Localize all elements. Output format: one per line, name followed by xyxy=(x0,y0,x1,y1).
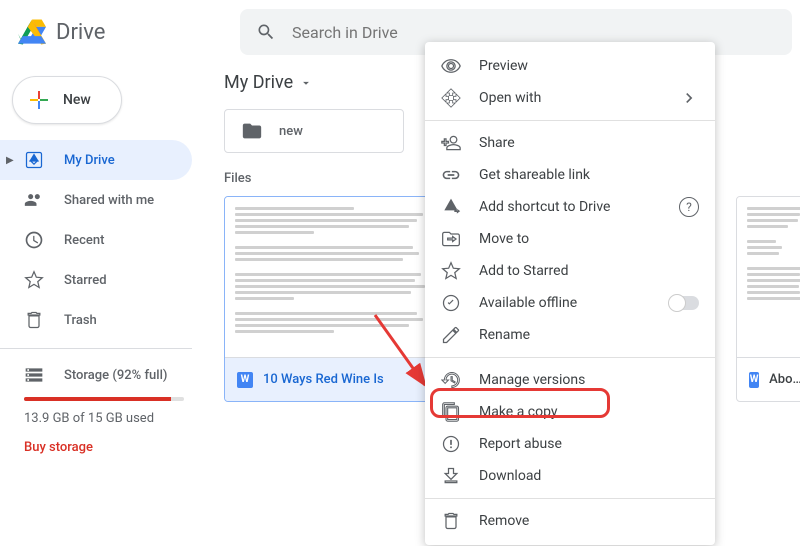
menu-report-abuse[interactable]: Report abuse xyxy=(425,428,715,460)
report-icon xyxy=(441,434,461,454)
download-icon xyxy=(441,466,461,486)
logo-section[interactable]: Drive xyxy=(0,18,240,46)
file-thumbnail xyxy=(225,197,443,357)
storage-section: Storage (92% full) 13.9 GB of 15 GB used… xyxy=(0,357,208,463)
file-name: 10 Ways Red Wine Is xyxy=(263,372,384,387)
menu-versions[interactable]: Manage versions xyxy=(425,364,715,396)
word-doc-icon: W xyxy=(749,372,759,388)
menu-share[interactable]: Share xyxy=(425,127,715,159)
shared-icon xyxy=(24,190,44,210)
copy-icon xyxy=(441,402,461,422)
folder-item[interactable]: new xyxy=(224,109,404,153)
trash-icon xyxy=(24,310,44,330)
link-icon xyxy=(441,165,461,185)
buy-storage-link[interactable]: Buy storage xyxy=(24,440,184,455)
offline-icon xyxy=(441,293,461,313)
menu-make-copy[interactable]: Make a copy xyxy=(425,396,715,428)
help-icon[interactable]: ? xyxy=(679,197,699,217)
sidebar-item-trash[interactable]: Trash xyxy=(0,300,192,340)
file-footer: W About Us xyxy=(737,357,800,401)
menu-divider xyxy=(425,357,715,358)
person-add-icon xyxy=(441,133,461,153)
menu-rename[interactable]: Rename xyxy=(425,319,715,351)
menu-add-starred[interactable]: Add to Starred xyxy=(425,255,715,287)
menu-move-to[interactable]: Move to xyxy=(425,223,715,255)
storage-usage-text: 13.9 GB of 15 GB used xyxy=(24,411,184,426)
storage-header[interactable]: Storage (92% full) xyxy=(24,365,184,385)
menu-open-with[interactable]: Open with xyxy=(425,82,715,114)
menu-get-link[interactable]: Get shareable link xyxy=(425,159,715,191)
offline-toggle[interactable] xyxy=(669,296,699,310)
file-card[interactable]: W About Us xyxy=(736,196,800,402)
context-menu: Preview Open with Share Get shareable li… xyxy=(425,42,715,545)
folder-icon xyxy=(241,120,263,142)
menu-divider xyxy=(425,120,715,121)
file-footer: W 10 Ways Red Wine Is xyxy=(225,357,443,401)
sidebar-item-shared[interactable]: Shared with me xyxy=(0,180,192,220)
sidebar: New ▶ My Drive Shared with me Recent Sta… xyxy=(0,64,208,546)
star-icon xyxy=(441,261,461,281)
file-thumbnail xyxy=(737,197,800,357)
menu-remove[interactable]: Remove xyxy=(425,505,715,537)
word-doc-icon: W xyxy=(237,372,253,388)
file-card[interactable]: W 10 Ways Red Wine Is xyxy=(224,196,444,402)
dropdown-caret-icon xyxy=(299,76,313,90)
file-name: About Us xyxy=(769,372,800,387)
menu-preview[interactable]: Preview xyxy=(425,50,715,82)
menu-download[interactable]: Download xyxy=(425,460,715,492)
storage-icon xyxy=(24,365,44,385)
storage-bar xyxy=(24,397,184,401)
new-label: New xyxy=(63,92,91,108)
search-icon xyxy=(256,22,276,42)
sidebar-item-recent[interactable]: Recent xyxy=(0,220,192,260)
sidebar-item-my-drive[interactable]: ▶ My Drive xyxy=(0,140,192,180)
eye-icon xyxy=(441,56,461,76)
divider xyxy=(0,348,192,349)
clock-icon xyxy=(24,230,44,250)
history-icon xyxy=(441,370,461,390)
search-input[interactable] xyxy=(292,23,776,42)
my-drive-icon xyxy=(24,150,44,170)
menu-divider xyxy=(425,498,715,499)
plus-icon xyxy=(27,88,51,112)
menu-add-shortcut[interactable]: Add shortcut to Drive ? xyxy=(425,191,715,223)
move-icon xyxy=(441,229,461,249)
drive-logo-icon xyxy=(18,18,46,46)
expand-caret-icon: ▶ xyxy=(6,155,14,166)
new-button[interactable]: New xyxy=(12,76,122,124)
chevron-right-icon xyxy=(679,88,699,108)
app-title: Drive xyxy=(56,20,105,45)
menu-offline[interactable]: Available offline xyxy=(425,287,715,319)
trash-icon xyxy=(441,511,461,531)
sidebar-item-starred[interactable]: Starred xyxy=(0,260,192,300)
drive-shortcut-icon xyxy=(441,197,461,217)
pencil-icon xyxy=(441,325,461,345)
open-with-icon xyxy=(441,88,461,108)
star-icon xyxy=(24,270,44,290)
